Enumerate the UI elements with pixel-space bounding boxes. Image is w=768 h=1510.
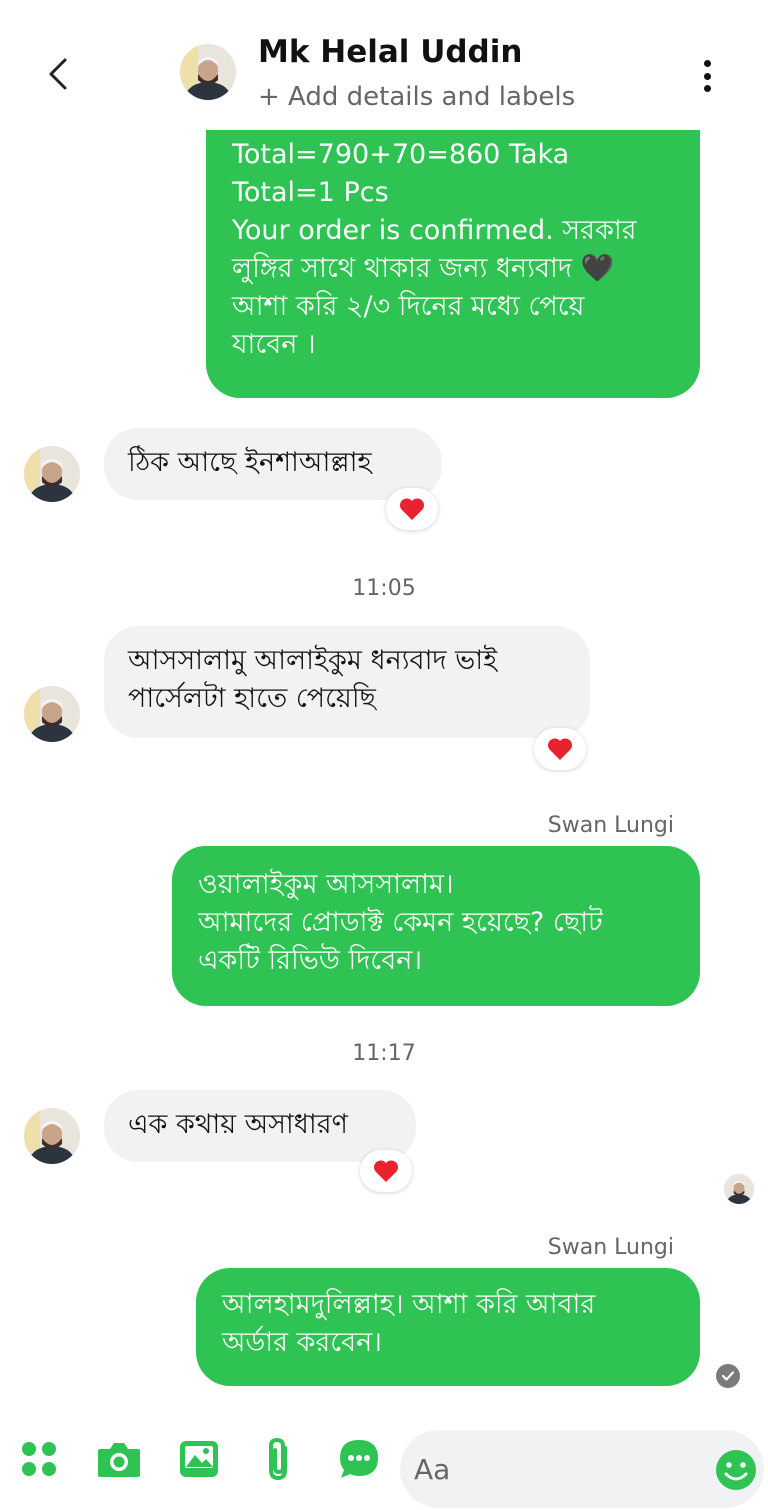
chat-bubble-button[interactable]: [334, 1434, 384, 1484]
message-bubble-incoming[interactable]: ঠিক আছে ইনশাআল্লাহ: [104, 428, 442, 500]
chevron-left-icon: [49, 58, 67, 90]
sender-label: Swan Lungi: [547, 813, 674, 838]
message-composer: [0, 1412, 768, 1510]
gallery-button[interactable]: [174, 1434, 224, 1484]
apps-icon: [22, 1442, 56, 1476]
contact-name[interactable]: Mk Helal Uddin: [258, 34, 522, 70]
heart-icon: [373, 1160, 399, 1182]
attachment-button[interactable]: [254, 1434, 304, 1484]
contact-avatar[interactable]: [180, 44, 236, 100]
delivered-check-icon: [716, 1364, 740, 1388]
reaction-badge[interactable]: [534, 728, 586, 770]
message-bubble-outgoing[interactable]: ওয়ালাইকুম আসসালাম। আমাদের প্রোডাক্ট কেম…: [172, 846, 700, 1006]
message-bubble-outgoing[interactable]: Total=790+70=860 Taka Total=1 Pcs Your o…: [206, 120, 700, 398]
camera-button[interactable]: [94, 1434, 144, 1484]
reaction-badge[interactable]: [386, 488, 438, 530]
chat-header: Mk Helal Uddin + Add details and labels: [0, 0, 768, 130]
timestamp: 11:17: [352, 1041, 416, 1066]
camera-icon: [98, 1443, 140, 1477]
read-receipt-avatar: [724, 1174, 754, 1204]
sender-label: Swan Lungi: [547, 1235, 674, 1260]
message-bubble-incoming[interactable]: এক কথায় অসাধারণ: [104, 1090, 416, 1162]
message-input[interactable]: [414, 1442, 694, 1496]
sender-avatar[interactable]: [24, 686, 80, 742]
sender-avatar[interactable]: [24, 446, 80, 502]
back-button[interactable]: [36, 52, 80, 96]
sender-avatar[interactable]: [24, 1108, 80, 1164]
gallery-icon: [180, 1441, 218, 1477]
add-details-link[interactable]: + Add details and labels: [258, 82, 575, 112]
attachment-icon: [269, 1437, 287, 1481]
emoji-button[interactable]: [714, 1448, 758, 1492]
message-bubble-incoming[interactable]: আসসালামু আলাইকুম ধন্যবাদ ভাই পার্সেলটা হ…: [104, 626, 590, 738]
apps-button[interactable]: [14, 1434, 64, 1484]
reaction-badge[interactable]: [360, 1150, 412, 1192]
message-bubble-outgoing[interactable]: আলহামদুলিল্লাহ। আশা করি আবার অর্ডার করবে…: [196, 1268, 700, 1386]
chat-bubble-icon: [340, 1440, 378, 1478]
heart-icon: [399, 498, 425, 520]
heart-icon: [547, 738, 573, 760]
vertical-dots-icon: [703, 60, 711, 67]
timestamp: 11:05: [352, 576, 416, 601]
emoji-icon: [716, 1450, 756, 1490]
more-options-button[interactable]: [692, 56, 722, 96]
message-input-wrapper: [400, 1430, 764, 1508]
